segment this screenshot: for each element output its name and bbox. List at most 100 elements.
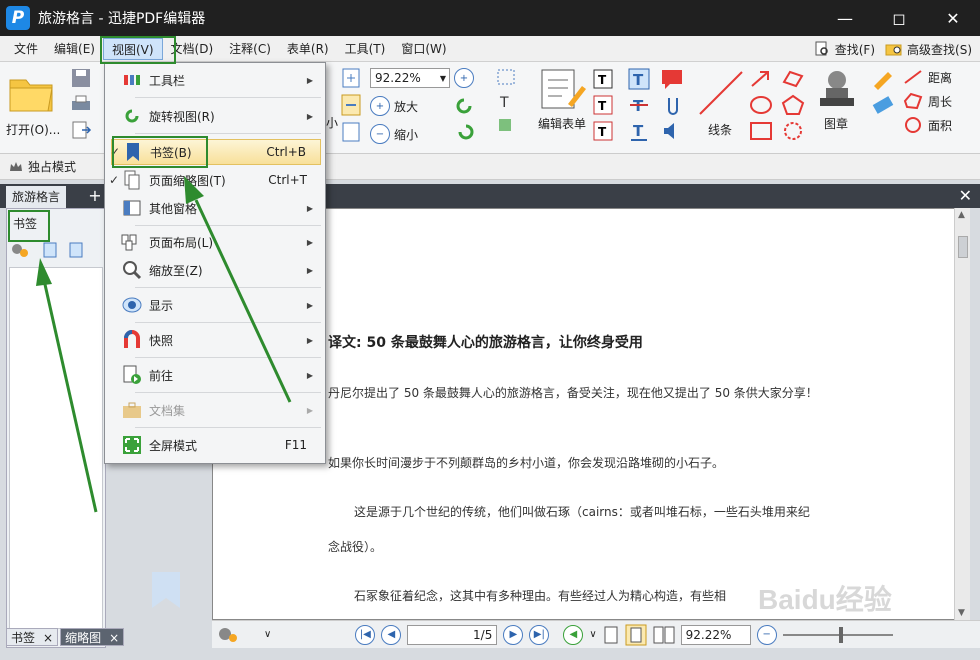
add-bookmark-icon[interactable] (41, 241, 61, 259)
select-text-icon[interactable] (496, 68, 522, 88)
stamp-button[interactable]: 图章 (814, 68, 860, 132)
rectangle-tool-icon[interactable] (748, 120, 774, 142)
advanced-find-button[interactable]: 高级查找(S) (885, 38, 972, 60)
tab-thumbnails[interactable]: 缩略图 × (60, 628, 125, 646)
cloud-tool-icon[interactable] (780, 120, 806, 142)
scrollbar-thumb[interactable] (958, 236, 968, 258)
edit-form-button[interactable]: 编辑表单 (538, 68, 588, 132)
highlight-text-icon[interactable]: T (628, 68, 652, 90)
scroll-down-icon[interactable]: ▼ (958, 608, 965, 618)
line-tool-button[interactable]: 线条 (696, 68, 746, 138)
single-page-icon[interactable] (603, 625, 619, 645)
exclusive-mode-button[interactable]: 独占模式 (8, 158, 76, 175)
view-menu-item-display[interactable]: 显示 ▶ (111, 292, 321, 318)
page-number-input[interactable]: 1/5 (407, 624, 498, 645)
rotate-right-icon[interactable] (454, 122, 476, 142)
edit-form-icon (541, 69, 586, 109)
add-text-field-icon[interactable]: T (496, 92, 522, 112)
zoom-in-button[interactable]: + 放大 (370, 96, 418, 116)
bookmark-list[interactable] (9, 267, 103, 629)
menu-edit[interactable]: 编辑(E) (46, 38, 103, 60)
briefcase-icon (123, 402, 141, 418)
zoom-slider[interactable] (782, 626, 893, 643)
add-object-icon[interactable] (496, 116, 522, 136)
minimize-button[interactable]: — (818, 0, 872, 36)
svg-text:T: T (598, 125, 607, 139)
area-tool[interactable]: 面积 (902, 116, 952, 134)
svg-text:T: T (598, 73, 607, 87)
back-chevron-icon[interactable]: ∨ (589, 629, 596, 640)
eye-icon (122, 297, 142, 313)
polyline-tool-icon[interactable] (780, 68, 806, 90)
view-menu-item-thumbnails[interactable]: ✓ 页面缩略图(T) Ctrl+T (109, 167, 321, 193)
polygon-tool-icon[interactable] (780, 94, 806, 116)
textbox-icon[interactable]: T (592, 94, 616, 116)
perimeter-tool[interactable]: 周长 (902, 92, 952, 110)
tab-bookmarks[interactable]: 书签 × (6, 628, 59, 646)
eraser-icon[interactable] (870, 94, 898, 116)
distance-tool[interactable]: 距离 (902, 68, 952, 86)
fit-width-icon[interactable] (340, 94, 362, 116)
first-page-icon[interactable]: |◀ (355, 624, 376, 645)
export-icon[interactable] (70, 120, 92, 140)
prev-page-icon[interactable]: ◀ (381, 624, 402, 645)
sound-icon[interactable] (660, 120, 686, 142)
add-tab-icon[interactable]: + (86, 186, 104, 206)
zoom-slider-handle[interactable] (838, 626, 843, 643)
find-button[interactable]: 查找(F) (813, 38, 875, 60)
view-menu-item-other-panes[interactable]: 其他窗格 ▶ (111, 195, 321, 221)
menu-tools[interactable]: 工具(T) (337, 38, 394, 60)
pencil-icon[interactable] (870, 68, 898, 90)
open-button[interactable]: 打开(O)... (6, 68, 60, 138)
menu-window[interactable]: 窗口(W) (393, 38, 454, 60)
save-icon[interactable] (70, 68, 92, 88)
menu-separator (135, 427, 321, 428)
zoom-out-button[interactable]: − 缩小 (370, 124, 418, 144)
actual-size-icon[interactable] (340, 122, 362, 142)
continuous-page-icon[interactable] (625, 624, 647, 646)
print-icon[interactable] (70, 94, 92, 114)
menu-file[interactable]: 文件 (6, 38, 46, 60)
close-bookmarks-tab-icon[interactable]: × (43, 629, 53, 645)
note-icon[interactable] (660, 68, 686, 90)
view-menu-item-toolbar[interactable]: 工具栏 ▶ (111, 67, 321, 93)
tab-document[interactable]: 旅游格言 (6, 186, 67, 208)
view-menu-item-page-layout[interactable]: 页面布局(L) ▶ (111, 229, 321, 255)
callout-icon[interactable]: T (592, 120, 616, 142)
view-menu-item-goto[interactable]: 前往 ▶ (111, 362, 321, 388)
new-bookmark-icon[interactable] (67, 241, 87, 259)
view-menu-item-rotate[interactable]: 旋转视图(R) ▶ (111, 103, 321, 129)
menu-comment[interactable]: 注释(C) (221, 38, 279, 60)
strikeout-icon[interactable]: T (628, 94, 652, 116)
close-thumbnails-tab-icon[interactable]: × (109, 629, 119, 645)
close-button[interactable]: ✕ (926, 0, 980, 36)
rotate-left-icon[interactable] (454, 96, 476, 116)
typewriter-icon[interactable]: T (592, 68, 616, 90)
menu-form[interactable]: 表单(R) (279, 38, 337, 60)
underline-icon[interactable]: T (628, 120, 652, 142)
view-menu-item-zoom-to[interactable]: 缩放至(Z) ▶ (111, 257, 321, 283)
expand-chevron-icon[interactable]: ∨ (264, 629, 271, 640)
status-zoom-out-icon[interactable]: − (756, 624, 777, 645)
settings-gear-icon[interactable] (216, 625, 242, 645)
status-zoom-select[interactable]: 92.22% (680, 624, 751, 645)
last-page-icon[interactable]: ▶| (529, 624, 550, 645)
bookmark-options-gear-icon[interactable] (9, 241, 35, 259)
scroll-up-icon[interactable]: ▲ (958, 210, 965, 220)
back-icon[interactable]: ◀ (563, 624, 584, 645)
fit-page-icon[interactable] (340, 68, 362, 88)
maximize-button[interactable]: ◻ (872, 0, 926, 36)
vertical-scrollbar[interactable]: ▲ ▼ (954, 208, 970, 620)
view-menu-item-snapshot[interactable]: 快照 ▶ (111, 327, 321, 353)
attach-file-icon[interactable] (660, 94, 686, 116)
perimeter-label: 周长 (928, 94, 953, 109)
view-menu-item-fullscreen[interactable]: 全屏模式 F11 (111, 432, 321, 458)
next-page-icon[interactable]: ▶ (503, 624, 524, 645)
zoom-select[interactable]: 92.22% ▼ (370, 68, 450, 88)
arrow-tool-icon[interactable] (748, 68, 774, 90)
view-menu-dropdown: 工具栏 ▶ 旋转视图(R) ▶ ✓ 书签(B) Ctrl+B ✓ 页面缩略图(T… (104, 62, 326, 464)
zoom-in-glass-icon[interactable]: + (454, 68, 474, 88)
facing-page-icon[interactable] (653, 625, 675, 645)
ellipse-tool-icon[interactable] (748, 94, 774, 116)
close-tab-icon[interactable]: ✕ (959, 186, 972, 206)
